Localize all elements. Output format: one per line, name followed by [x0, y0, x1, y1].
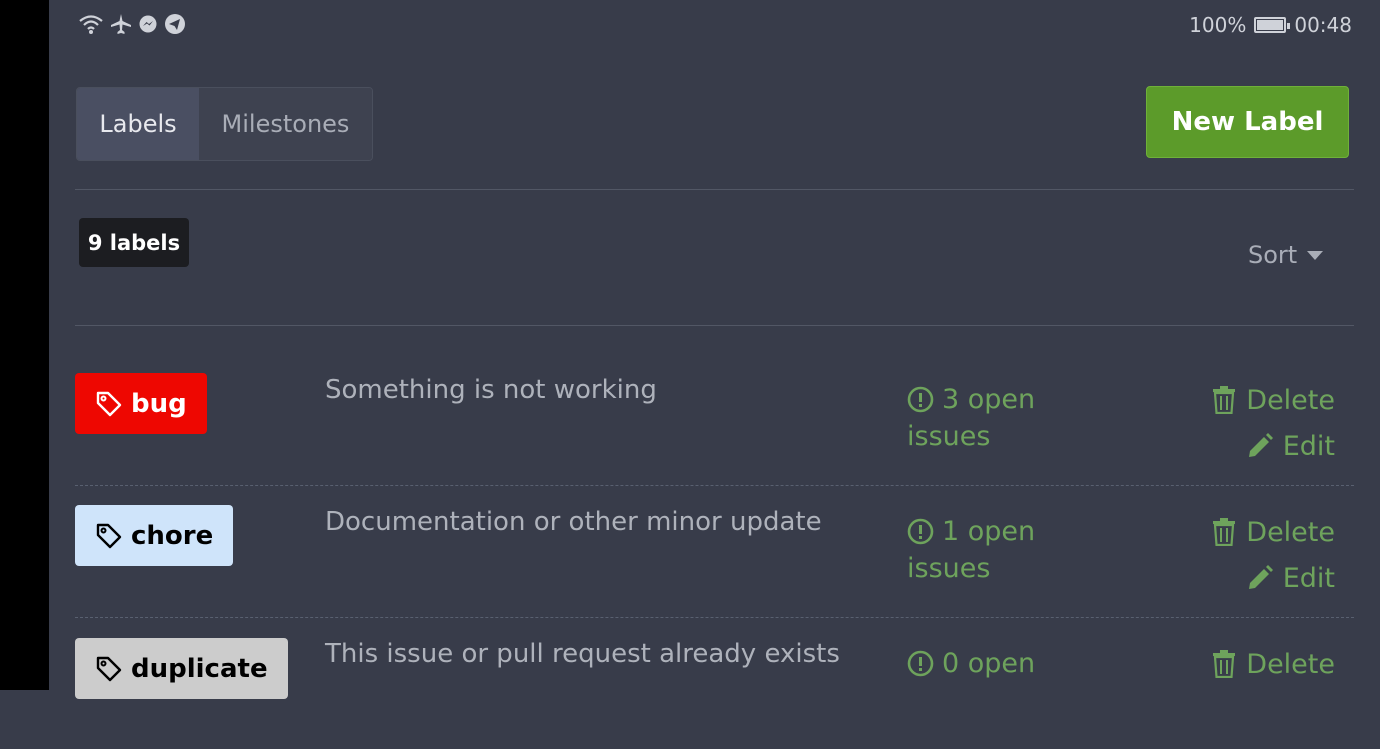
- label-description: Something is not working: [325, 375, 657, 405]
- edit-label: Edit: [1282, 430, 1335, 462]
- delete-button[interactable]: Delete: [1212, 381, 1335, 419]
- row-actions: Delete Edit: [1212, 381, 1335, 473]
- clock: 00:48: [1294, 13, 1352, 37]
- issues-count: 0 open: [942, 648, 1036, 679]
- sort-label: Sort: [1248, 241, 1298, 269]
- label-description: This issue or pull request already exist…: [325, 639, 840, 669]
- delete-label: Delete: [1246, 384, 1335, 416]
- status-icons: [78, 13, 186, 35]
- battery-fill: [1257, 20, 1284, 30]
- open-issues-link[interactable]: 1 open issues: [907, 513, 1067, 587]
- status-right: 100% 00:48: [1189, 13, 1352, 37]
- label-name: chore: [131, 520, 214, 551]
- delete-label: Delete: [1246, 648, 1335, 680]
- tab-milestones[interactable]: Milestones: [199, 88, 372, 160]
- wifi-icon: [79, 15, 103, 34]
- trash-icon: [1213, 650, 1236, 678]
- caret-down-icon: [1307, 250, 1324, 260]
- issues-suffix: issues: [907, 553, 991, 584]
- edit-button[interactable]: Edit: [1212, 427, 1335, 465]
- screen-edge: [0, 0, 49, 690]
- trash-icon: [1213, 386, 1236, 414]
- telegram-icon: [165, 14, 185, 34]
- delete-label: Delete: [1246, 516, 1335, 548]
- pencil-icon: [1248, 433, 1273, 457]
- open-issues-link[interactable]: 3 open issues: [907, 381, 1067, 455]
- label-description: Documentation or other minor update: [325, 507, 822, 537]
- label-row: duplicate This issue or pull request alr…: [75, 617, 1354, 749]
- divider: [75, 189, 1354, 190]
- pencil-icon: [1248, 565, 1273, 589]
- tag-icon: [96, 391, 122, 416]
- battery-percent: 100%: [1189, 13, 1247, 37]
- tab-group: Labels Milestones: [76, 87, 373, 161]
- sort-dropdown[interactable]: Sort: [1248, 241, 1324, 269]
- messenger-icon: [139, 15, 157, 33]
- delete-button[interactable]: Delete: [1212, 513, 1335, 551]
- row-actions: Delete: [1212, 645, 1335, 691]
- edit-button[interactable]: Edit: [1212, 559, 1335, 597]
- airplane-icon: [111, 14, 131, 34]
- issue-opened-icon: [907, 650, 934, 677]
- open-issues-link[interactable]: 0 open: [907, 645, 1067, 682]
- tag-icon: [96, 656, 122, 681]
- issue-opened-icon: [907, 386, 934, 413]
- label-row: bug Something is not working 3 open issu…: [75, 353, 1354, 486]
- row-actions: Delete Edit: [1212, 513, 1335, 605]
- issue-opened-icon: [907, 518, 934, 545]
- new-label-button[interactable]: New Label: [1146, 86, 1349, 158]
- issues-count: 1 open: [942, 516, 1036, 547]
- edit-label: Edit: [1282, 562, 1335, 594]
- issues-suffix: issues: [907, 421, 991, 452]
- tag-icon: [96, 523, 122, 548]
- battery-icon: [1254, 17, 1291, 33]
- label-count-badge: 9 labels: [79, 218, 189, 267]
- label-name: duplicate: [131, 653, 268, 684]
- label-pill[interactable]: bug: [75, 373, 207, 434]
- label-name: bug: [131, 388, 187, 419]
- trash-icon: [1213, 518, 1236, 546]
- delete-button[interactable]: Delete: [1212, 645, 1335, 683]
- label-row: chore Documentation or other minor updat…: [75, 485, 1354, 618]
- issues-count: 3 open: [942, 384, 1036, 415]
- divider: [75, 325, 1354, 326]
- tab-labels[interactable]: Labels: [77, 88, 199, 160]
- label-pill[interactable]: chore: [75, 505, 234, 566]
